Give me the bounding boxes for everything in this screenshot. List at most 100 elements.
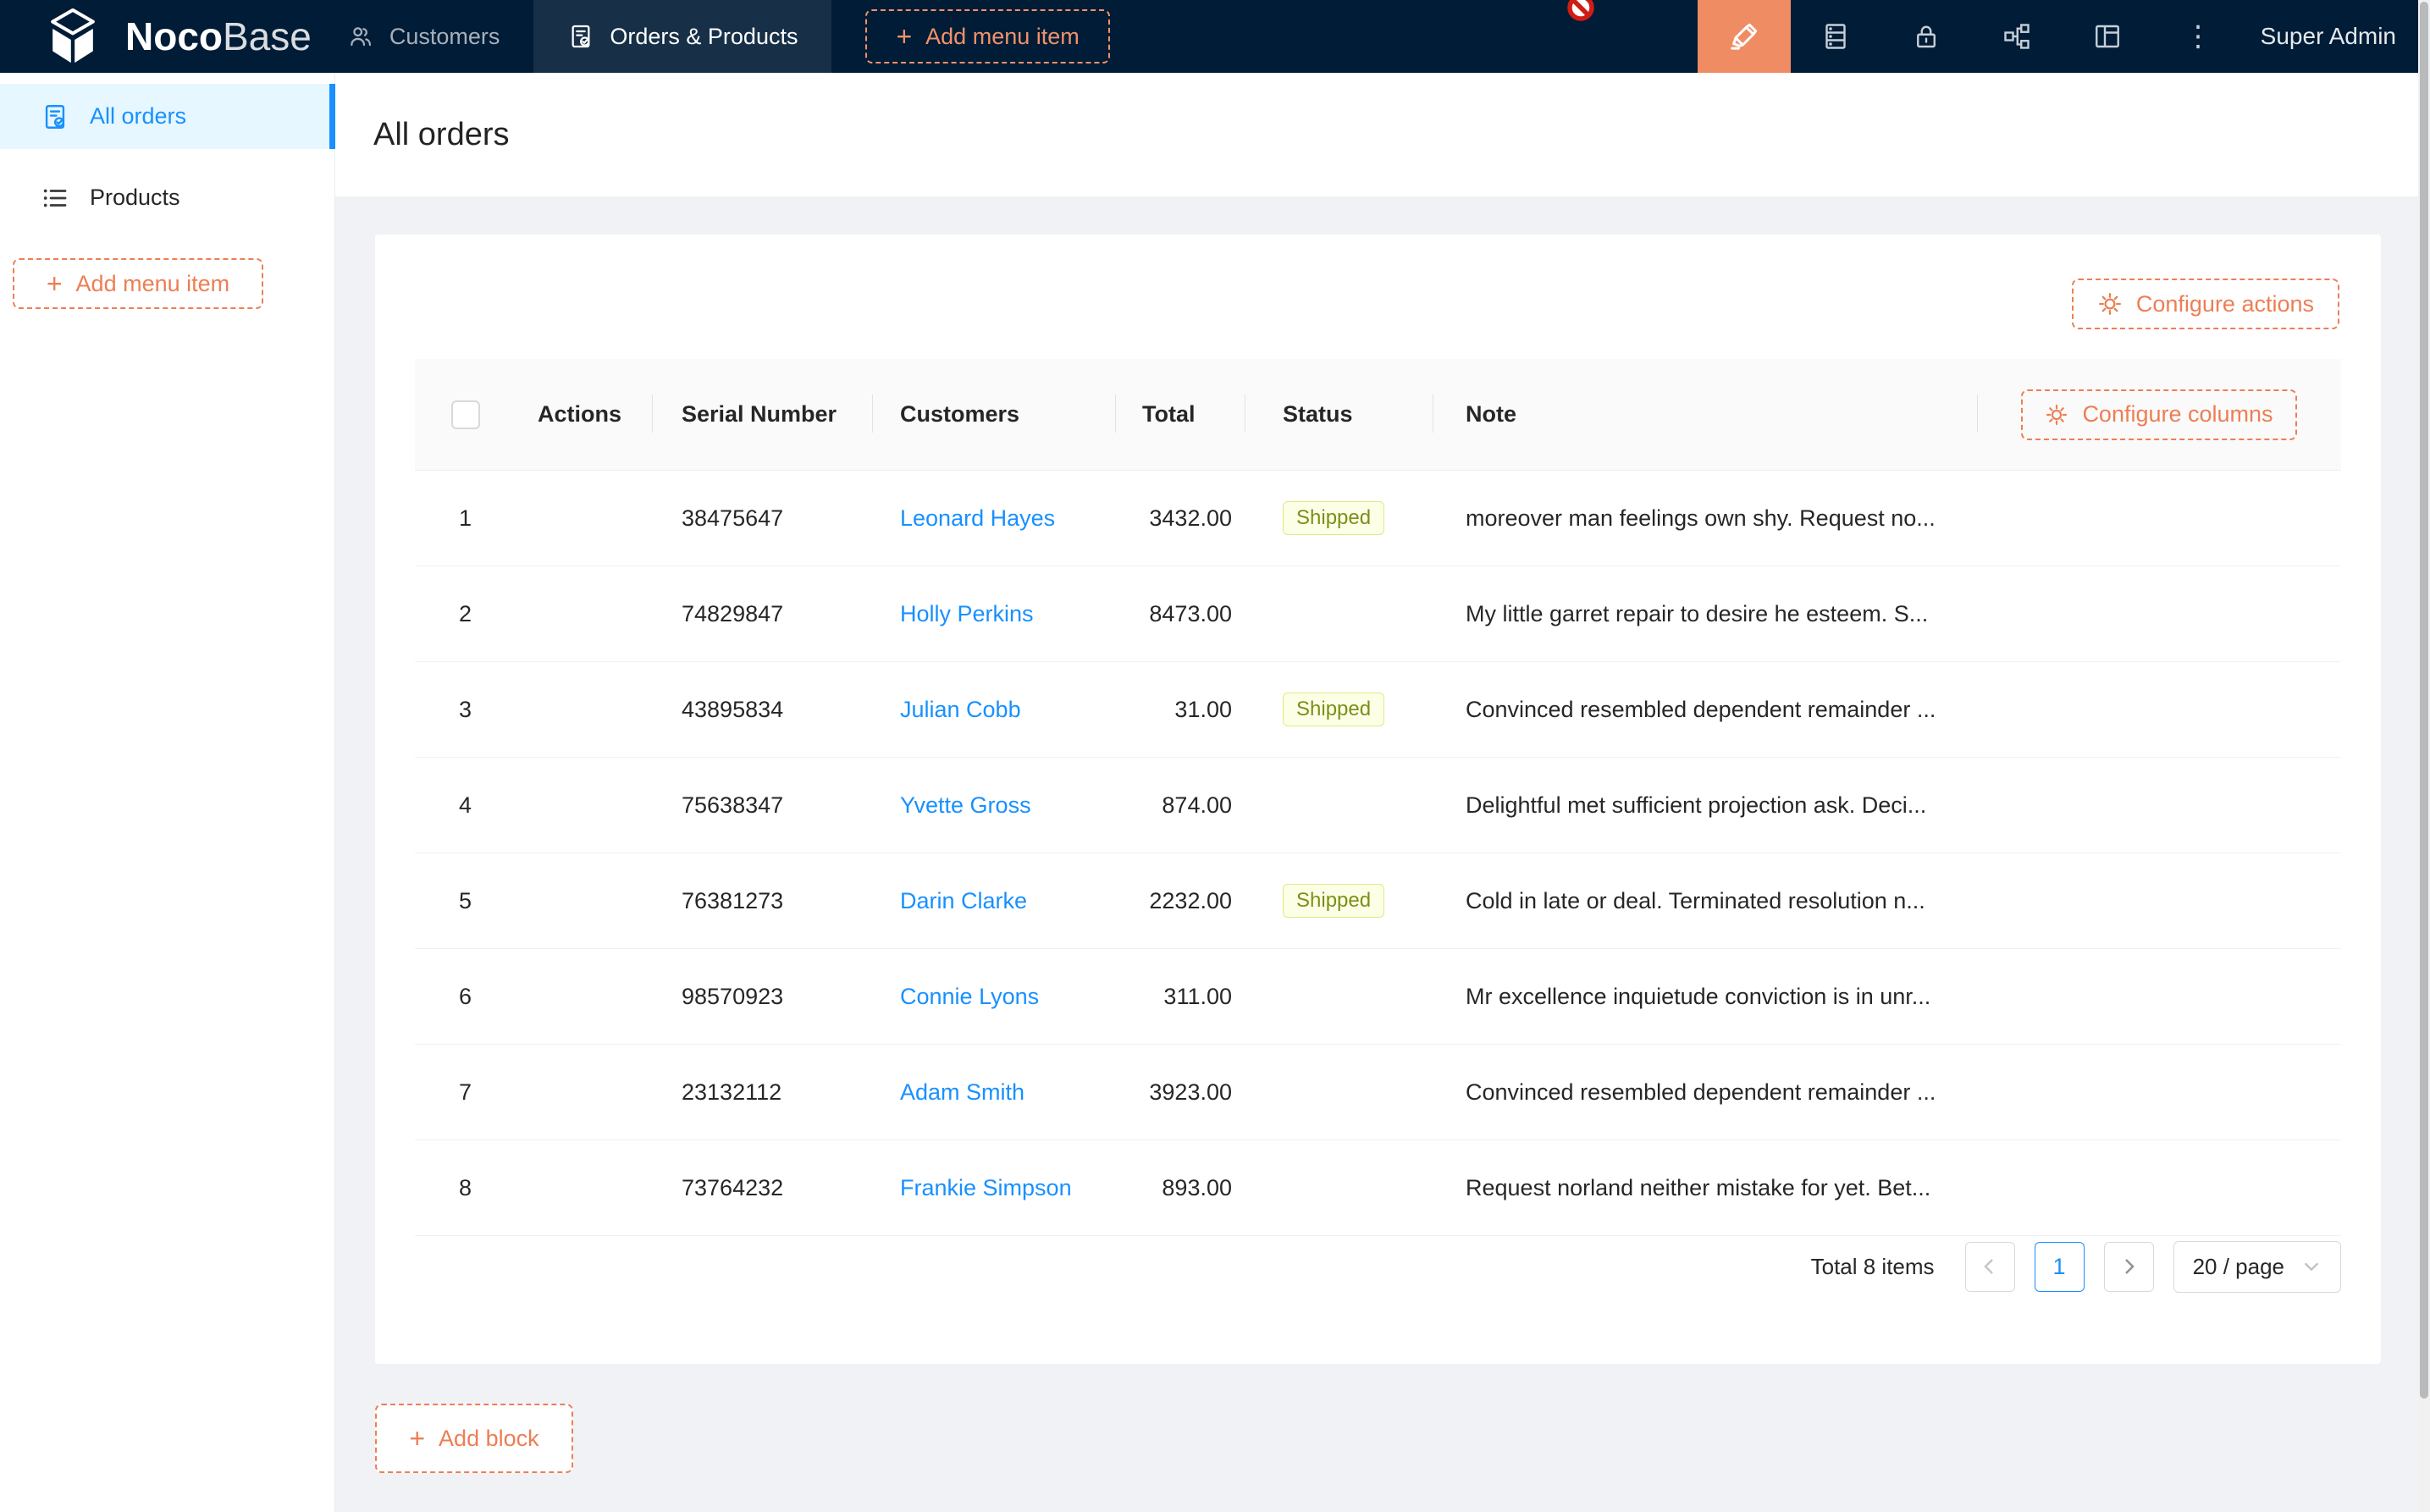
chevron-right-icon	[2118, 1255, 2140, 1277]
table-row: 873764232Frankie Simpson893.00Request no…	[415, 1140, 2341, 1236]
customer-link[interactable]: Darin Clarke	[900, 888, 1027, 913]
lock-icon-button[interactable]	[1881, 0, 1972, 73]
nocobase-logo-text: NocoBase	[125, 17, 312, 56]
page-size-select[interactable]: 20 / page	[2173, 1241, 2341, 1293]
order-document-icon	[567, 23, 594, 50]
status-cell: Shipped	[1245, 853, 1433, 949]
row-actions-cell	[509, 1045, 652, 1140]
configure-actions-button[interactable]: Configure actions	[2072, 279, 2339, 329]
row-actions-cell	[509, 758, 652, 853]
main-content: All orders Configure actions	[335, 73, 2430, 1512]
customer-link[interactable]: Julian Cobb	[900, 697, 1021, 722]
status-cell	[1245, 1140, 1433, 1236]
more-vertical-icon: ⋮	[2184, 22, 2212, 51]
row-spacer-cell	[1977, 471, 2341, 566]
row-index-cell[interactable]: 8	[415, 1140, 509, 1236]
status-cell: Shipped	[1245, 471, 1433, 566]
customer-link[interactable]: Adam Smith	[900, 1079, 1024, 1105]
sidebar-item-products[interactable]: Products	[0, 165, 334, 230]
row-index-cell[interactable]: 2	[415, 566, 509, 662]
order-document-check-icon	[41, 102, 69, 131]
page-title: All orders	[373, 117, 510, 153]
ui-editor-pen-button[interactable]	[1698, 0, 1791, 73]
left-sidebar: All orders Products + Add menu item	[0, 73, 335, 1512]
table-row: 343895834Julian Cobb31.00ShippedConvince…	[415, 662, 2341, 758]
customer-link[interactable]: Holly Perkins	[900, 601, 1034, 626]
serial-number-cell: 73764232	[652, 1140, 872, 1236]
plus-icon: +	[409, 1425, 425, 1452]
column-header-customers[interactable]: Customers	[872, 359, 1115, 471]
table-row: 138475647Leonard Hayes3432.00Shippedmore…	[415, 471, 2341, 566]
table-row: 576381273Darin Clarke2232.00ShippedCold …	[415, 853, 2341, 949]
customer-cell: Adam Smith	[872, 1045, 1115, 1140]
serial-number-cell: 74829847	[652, 566, 872, 662]
layout-frame-icon-button[interactable]	[2063, 0, 2153, 73]
row-index-cell[interactable]: 6	[415, 949, 509, 1045]
tab-customers[interactable]: Customers	[313, 0, 534, 73]
sidebar-item-label: All orders	[90, 103, 186, 130]
customer-cell: Connie Lyons	[872, 949, 1115, 1045]
note-cell: Delightful met sufficient projection ask…	[1433, 758, 1977, 853]
row-actions-cell	[509, 949, 652, 1045]
row-spacer-cell	[1977, 566, 2341, 662]
column-header-note[interactable]: Note	[1433, 359, 1977, 471]
row-actions-cell	[509, 662, 652, 758]
customer-cell: Yvette Gross	[872, 758, 1115, 853]
plus-icon: +	[47, 270, 63, 297]
page-header: All orders	[335, 73, 2430, 196]
pagination-next-button[interactable]	[2104, 1242, 2154, 1292]
total-cell: 874.00	[1115, 758, 1245, 853]
sidebar-add-menu-item-button[interactable]: + Add menu item	[13, 258, 263, 309]
sidebar-item-label: Products	[90, 185, 180, 211]
page-scrollbar[interactable]	[2418, 0, 2430, 1512]
status-cell	[1245, 1045, 1433, 1140]
list-icon	[41, 184, 69, 212]
customer-link[interactable]: Leonard Hayes	[900, 505, 1055, 531]
customer-link[interactable]: Frankie Simpson	[900, 1175, 1072, 1200]
more-vertical-icon-button[interactable]: ⋮	[2153, 0, 2244, 73]
row-index-cell[interactable]: 5	[415, 853, 509, 949]
table-row: 723132112Adam Smith3923.00Convinced rese…	[415, 1045, 2341, 1140]
row-spacer-cell	[1977, 1045, 2341, 1140]
column-header-total[interactable]: Total	[1115, 359, 1245, 471]
row-index-cell[interactable]: 1	[415, 471, 509, 566]
column-header-actions[interactable]: Actions	[509, 359, 652, 471]
row-spacer-cell	[1977, 853, 2341, 949]
orders-table: Actions Serial Number Customers Total St…	[415, 359, 2341, 1236]
row-spacer-cell	[1977, 1140, 2341, 1236]
collections-server-icon-button[interactable]	[1791, 0, 1881, 73]
sidebar-item-all-orders[interactable]: All orders	[0, 84, 334, 149]
column-header-configure: Configure columns	[1977, 359, 2341, 471]
serial-number-cell: 76381273	[652, 853, 872, 949]
column-header-serial-number[interactable]: Serial Number	[652, 359, 872, 471]
row-actions-cell	[509, 471, 652, 566]
pagination-prev-button[interactable]	[1965, 1242, 2015, 1292]
table-row: 698570923Connie Lyons311.00Mr excellence…	[415, 949, 2341, 1045]
total-cell: 893.00	[1115, 1140, 1245, 1236]
gear-icon	[2045, 403, 2068, 427]
tab-orders-products[interactable]: Orders & Products	[533, 0, 831, 73]
current-user-menu[interactable]: Super Admin	[2261, 23, 2396, 50]
navbar-add-menu-item-button[interactable]: + Add menu item	[865, 9, 1109, 63]
customer-link[interactable]: Connie Lyons	[900, 984, 1039, 1009]
row-index-cell[interactable]: 3	[415, 662, 509, 758]
navbar-right-actions: ⋮ Super Admin	[1698, 0, 2430, 73]
serial-number-cell: 43895834	[652, 662, 872, 758]
row-actions-cell	[509, 566, 652, 662]
row-index-cell[interactable]: 7	[415, 1045, 509, 1140]
status-tag: Shipped	[1283, 693, 1384, 726]
add-block-button[interactable]: + Add block	[375, 1404, 573, 1473]
nocobase-logo[interactable]: NocoBase	[34, 8, 312, 64]
row-index-cell[interactable]: 4	[415, 758, 509, 853]
column-header-status[interactable]: Status	[1245, 359, 1433, 471]
customer-link[interactable]: Yvette Gross	[900, 792, 1031, 818]
note-cell: My little garret repair to desire he est…	[1433, 566, 1977, 662]
scrollbar-thumb[interactable]	[2420, 2, 2428, 1399]
configure-columns-button[interactable]: Configure columns	[2021, 389, 2296, 440]
plugins-hierarchy-icon-button[interactable]	[1972, 0, 2063, 73]
tab-label: Customers	[389, 24, 500, 50]
total-cell: 2232.00	[1115, 853, 1245, 949]
customer-cell: Holly Perkins	[872, 566, 1115, 662]
select-all-checkbox[interactable]	[451, 400, 480, 429]
pagination-page-1[interactable]: 1	[2035, 1242, 2085, 1292]
